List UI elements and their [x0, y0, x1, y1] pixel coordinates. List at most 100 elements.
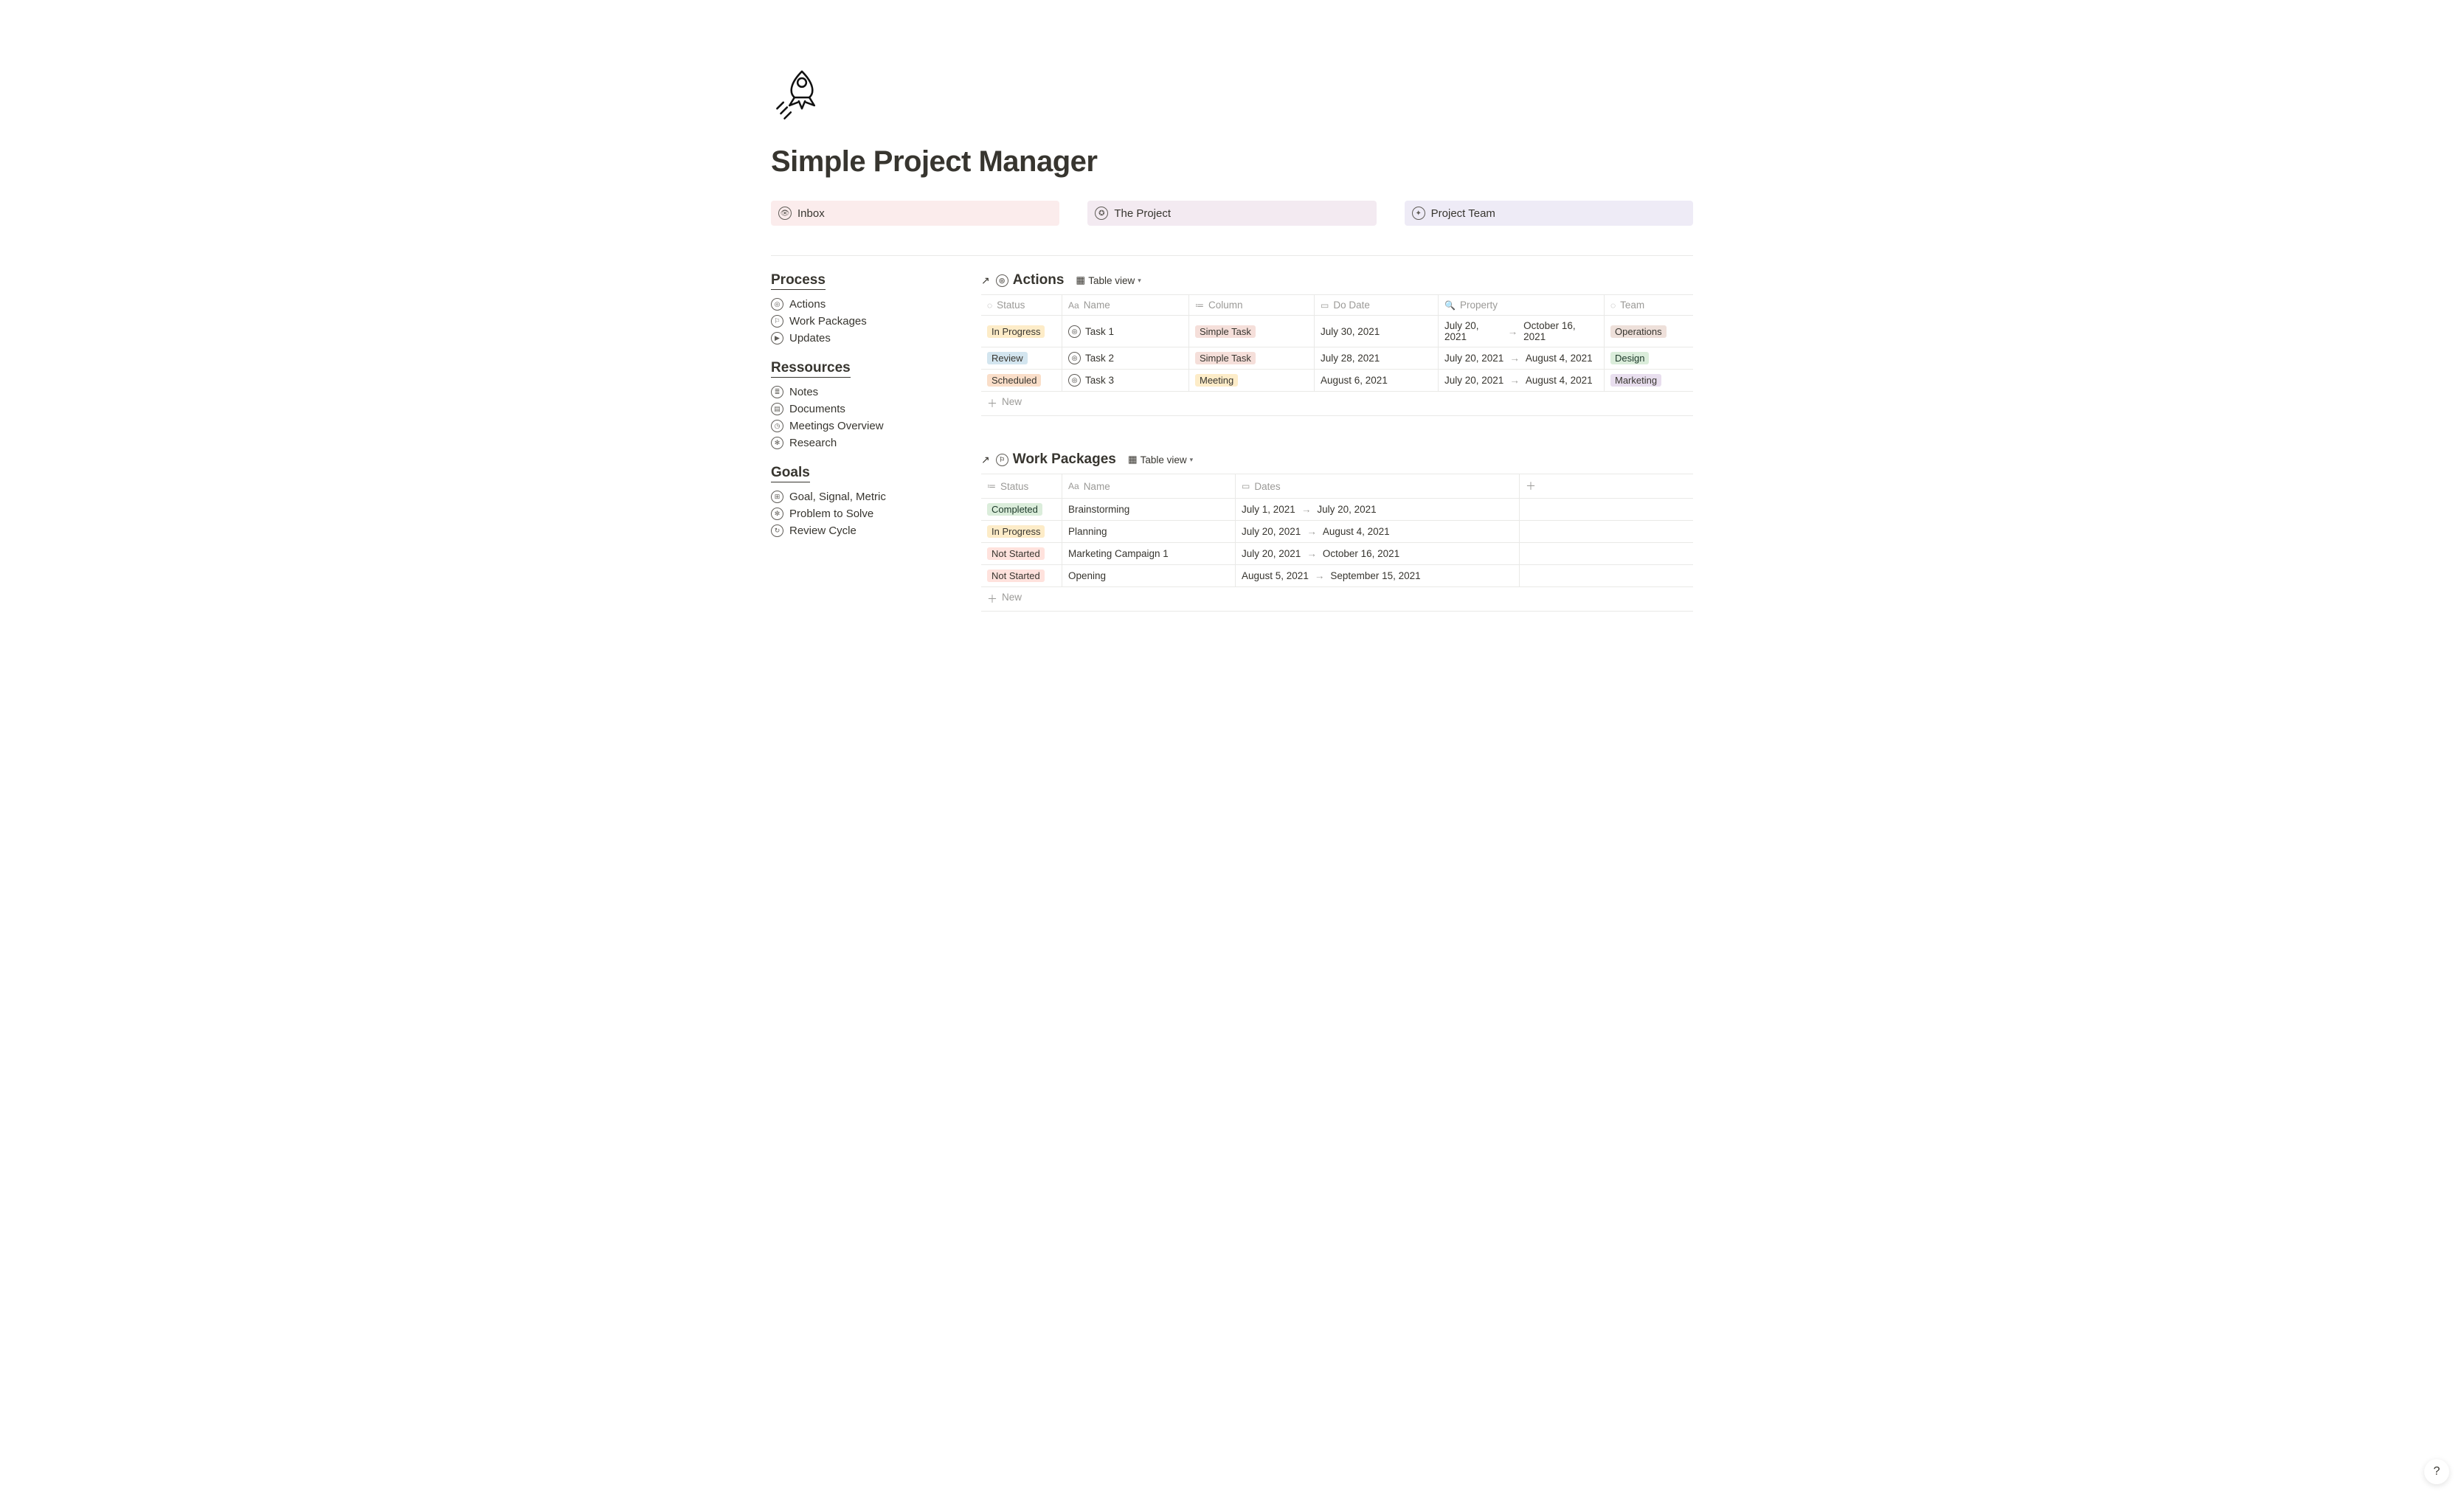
col-do-date[interactable]: ▭ Do Date [1315, 295, 1439, 315]
select-icon: ≔ [987, 481, 996, 491]
col-team[interactable]: ◌ Team [1605, 295, 1693, 315]
status-badge: In Progress [987, 525, 1045, 538]
metric-icon: ⊞ [771, 491, 783, 503]
col-name[interactable]: Aa Name [1062, 474, 1236, 498]
sidebar-item-meetings[interactable]: ◷ Meetings Overview [771, 418, 952, 435]
col-property[interactable]: 🔍 Property [1439, 295, 1605, 315]
sidebar-item-research[interactable]: ✻ Research [771, 435, 952, 451]
table-row[interactable]: In Progress ◎Task 1 Simple Task July 30,… [981, 316, 1693, 347]
new-label: New [1002, 396, 1022, 411]
play-icon: ▶ [771, 332, 783, 345]
rocket-icon [771, 59, 1693, 123]
chevron-down-icon: ▾ [1190, 456, 1194, 464]
add-column[interactable]: ＋ [1520, 474, 1693, 498]
divider [771, 255, 1693, 256]
column-badge: Simple Task [1195, 352, 1256, 364]
sidebar-item-label: Actions [789, 298, 826, 311]
sidebar-item-updates[interactable]: ▶ Updates [771, 330, 952, 347]
date-to: August 4, 2021 [1323, 526, 1390, 537]
rollup-icon: ◌ [1610, 300, 1616, 311]
table-row[interactable]: In Progress Planning July 20, 2021→Augus… [981, 521, 1693, 543]
col-column[interactable]: ≔ Column [1189, 295, 1315, 315]
heading-process: Process [771, 272, 826, 290]
row-name: Marketing Campaign 1 [1068, 548, 1169, 559]
table-icon: ▦ [1128, 454, 1138, 465]
puzzle-icon: ✼ [771, 508, 783, 520]
table-row[interactable]: Review ◎Task 2 Simple Task July 28, 2021… [981, 347, 1693, 370]
table-row[interactable]: Not Started Marketing Campaign 1 July 20… [981, 543, 1693, 565]
sidebar-item-label: Problem to Solve [789, 508, 873, 520]
person-icon: ✦ [1412, 207, 1425, 220]
new-label: New [1002, 592, 1022, 606]
sidebar-item-label: Updates [789, 332, 831, 345]
wp-new-row[interactable]: ＋ New [981, 587, 1693, 611]
wp-title[interactable]: ⚐ Work Packages [996, 451, 1116, 468]
date-to: October 16, 2021 [1323, 548, 1399, 559]
col-status[interactable]: ≔ Status [981, 474, 1062, 498]
team-badge: Operations [1610, 325, 1667, 338]
row-name: Task 2 [1085, 353, 1114, 364]
help-button[interactable]: ? [2424, 1459, 2449, 1484]
row-name: Task 3 [1085, 375, 1114, 386]
eye-icon: 👁 [778, 207, 792, 220]
quicklink-inbox[interactable]: 👁 Inbox [771, 201, 1059, 226]
wp-table: ≔ Status Aa Name ▭ Dates ＋ [981, 474, 1693, 612]
arrow-icon: → [1300, 504, 1313, 515]
page-title: Simple Project Manager [771, 145, 1693, 179]
date-from: July 1, 2021 [1242, 504, 1295, 515]
actions-view-label: Table view [1088, 275, 1135, 286]
atom-icon: ✻ [771, 437, 783, 449]
actions-title[interactable]: ◎ Actions [996, 272, 1065, 288]
sidebar-item-documents[interactable]: ▤ Documents [771, 401, 952, 418]
open-as-page-icon[interactable]: ↗ [981, 274, 990, 287]
date-to: October 16, 2021 [1523, 320, 1598, 342]
status-badge: Scheduled [987, 374, 1041, 387]
status-badge: Completed [987, 503, 1042, 516]
date-from: July 20, 2021 [1242, 548, 1301, 559]
quicklink-project[interactable]: ✪ The Project [1087, 201, 1376, 226]
actions-new-row[interactable]: ＋ New [981, 392, 1693, 415]
table-icon: ▦ [1076, 274, 1085, 286]
table-row[interactable]: Completed Brainstorming July 1, 2021→Jul… [981, 499, 1693, 521]
note-icon: ≣ [771, 386, 783, 398]
sidebar-item-gsm[interactable]: ⊞ Goal, Signal, Metric [771, 488, 952, 505]
rollup-icon: 🔍 [1444, 300, 1456, 311]
calendar-icon: ▭ [1242, 481, 1250, 491]
sidebar-item-work-packages[interactable]: ⚐ Work Packages [771, 313, 952, 330]
row-name: Planning [1068, 526, 1107, 537]
col-dates[interactable]: ▭ Dates [1236, 474, 1520, 498]
sidebar-item-label: Meetings Overview [789, 420, 884, 432]
col-status[interactable]: ◌ Status [981, 295, 1062, 315]
sidebar-item-notes[interactable]: ≣ Notes [771, 384, 952, 401]
quicklink-project-label: The Project [1114, 207, 1171, 220]
wp-view-picker[interactable]: ▦ Table view ▾ [1128, 454, 1193, 465]
sidebar-item-review[interactable]: ↻ Review Cycle [771, 522, 952, 539]
status-badge: Not Started [987, 547, 1045, 560]
row-name: Brainstorming [1068, 504, 1129, 515]
quicklink-inbox-label: Inbox [797, 207, 825, 220]
table-row[interactable]: Not Started Opening August 5, 2021→Septe… [981, 565, 1693, 587]
date-from: July 20, 2021 [1444, 320, 1502, 342]
team-badge: Design [1610, 352, 1649, 364]
heading-goals: Goals [771, 465, 810, 482]
column-badge: Simple Task [1195, 325, 1256, 338]
team-badge: Marketing [1610, 374, 1661, 387]
sidebar-item-label: Notes [789, 386, 818, 398]
col-name[interactable]: Aa Name [1062, 295, 1189, 315]
date-to: August 4, 2021 [1526, 353, 1593, 364]
quicklink-team[interactable]: ✦ Project Team [1405, 201, 1693, 226]
actions-view-picker[interactable]: ▦ Table view ▾ [1076, 274, 1141, 286]
table-row[interactable]: Scheduled ◎Task 3 Meeting August 6, 2021… [981, 370, 1693, 392]
status-badge: Not Started [987, 570, 1045, 582]
open-as-page-icon[interactable]: ↗ [981, 454, 990, 466]
do-date: August 6, 2021 [1321, 375, 1388, 386]
status-icon: ◌ [987, 300, 992, 311]
sidebar-item-actions[interactable]: ◎ Actions [771, 296, 952, 313]
plus-icon: ＋ [987, 396, 997, 411]
chevron-down-icon: ▾ [1138, 277, 1141, 285]
arrow-icon: → [1305, 526, 1318, 537]
sidebar-item-problem[interactable]: ✼ Problem to Solve [771, 505, 952, 522]
sidebar-item-label: Work Packages [789, 315, 867, 328]
arrow-icon: → [1508, 375, 1521, 386]
flag-icon: ⚐ [996, 454, 1008, 466]
